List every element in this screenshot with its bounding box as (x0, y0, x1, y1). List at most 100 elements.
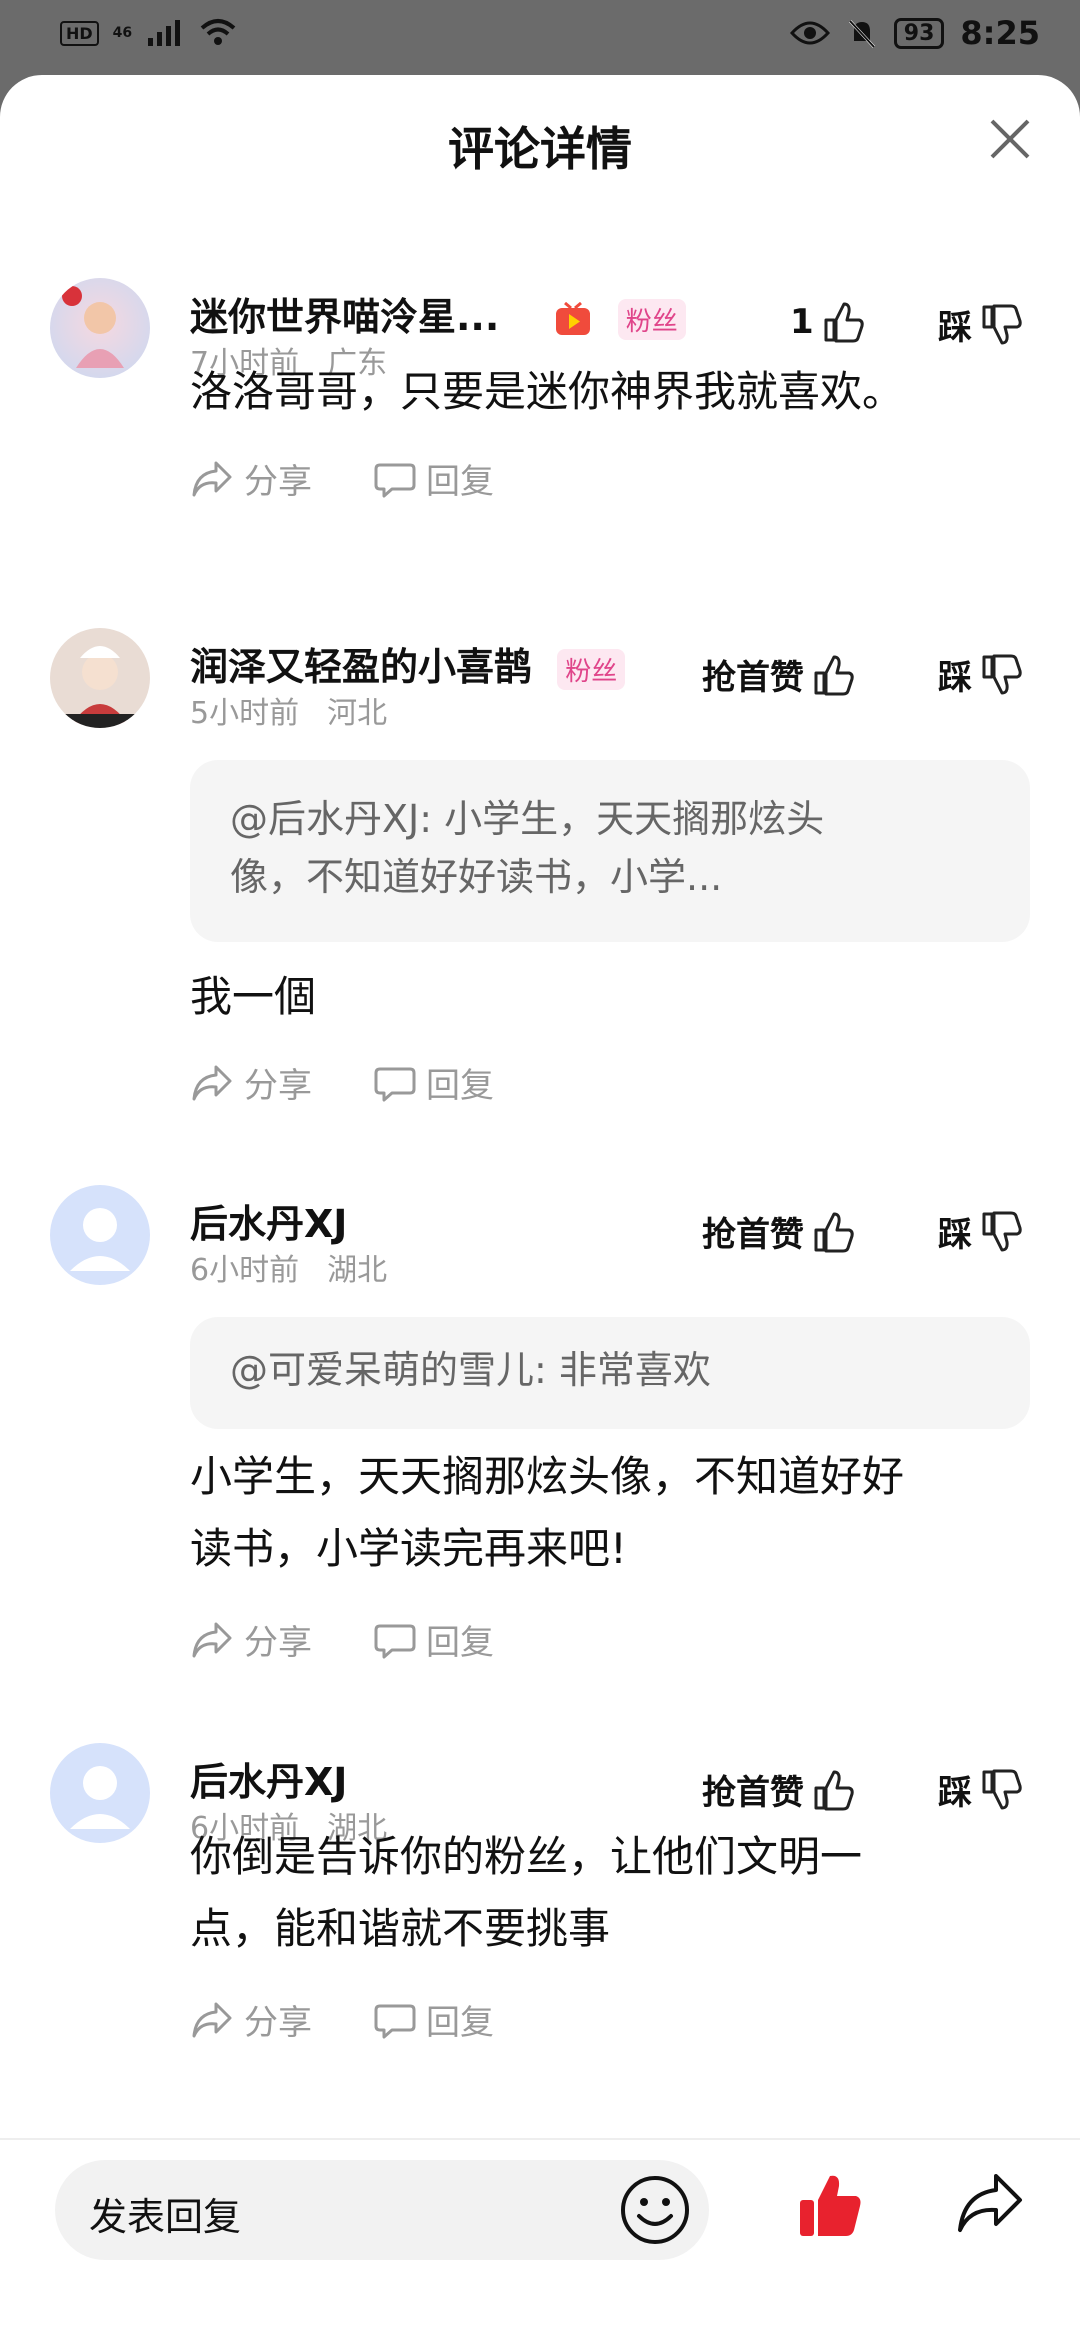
hd-indicator: HD (60, 20, 99, 46)
comment-text-line: 读书，小学读完再来吧! (190, 1524, 627, 1573)
reply-button[interactable]: 回复 (374, 1995, 494, 2044)
comment-text: 小学生，天天搁那炫头像，不知道好好 读书，小学读完再来吧! (190, 1441, 1040, 1585)
network-label: 46 (112, 25, 133, 41)
reply-label: 回复 (426, 1623, 494, 1663)
like-button[interactable]: 抢首赞 (702, 650, 856, 699)
username[interactable]: 后水丹XJ (190, 1751, 347, 1806)
wifi-icon (200, 19, 236, 45)
reply-input[interactable]: 发表回复 (55, 2160, 709, 2260)
share-label: 分享 (244, 1066, 312, 1106)
comment-actions: 分享 回复 (190, 1058, 556, 1107)
clock: 8:25 (960, 14, 1040, 52)
comment-text: 你倒是告诉你的粉丝，让他们文明一 点，能和谐就不要挑事 (190, 1821, 1040, 1965)
sheet-title: 评论详情 (448, 122, 632, 176)
emoji-icon[interactable] (617, 2172, 693, 2248)
eye-icon (789, 21, 830, 45)
avatar[interactable] (50, 1743, 150, 1843)
dislike-button[interactable]: 踩 (938, 1207, 1024, 1256)
dislike-button[interactable]: 踩 (938, 1765, 1024, 1814)
like-button[interactable]: 抢首赞 (702, 1207, 856, 1256)
username-text[interactable]: 迷你世界喵泠星... (190, 295, 499, 339)
reply-button[interactable]: 回复 (374, 1615, 494, 1664)
default-avatar-icon (70, 1208, 130, 1271)
share-label: 分享 (244, 462, 312, 502)
like-button[interactable]: 抢首赞 (702, 1765, 856, 1814)
comment-text-line: 你倒是告诉你的粉丝，让他们文明一 (190, 1832, 863, 1881)
dislike-label: 踩 (938, 308, 972, 348)
reply-button[interactable]: 回复 (374, 454, 494, 503)
thumb-down-icon (982, 304, 1022, 344)
reply-label: 回复 (426, 462, 494, 502)
comment-text-line: 点，能和谐就不要挑事 (190, 1904, 611, 1953)
comment-actions: 分享 回复 (190, 454, 556, 503)
comment-actions: 分享 回复 (190, 1615, 556, 1664)
comment-text-line: 小学生，天天搁那炫头像，不知道好好 (190, 1452, 905, 1501)
comment-icon (374, 1624, 416, 1658)
mute-bell-icon (848, 19, 875, 49)
share-button[interactable]: 分享 (190, 1058, 312, 1107)
quoted-comment[interactable]: @后水丹XJ: 小学生，天天搁那炫头 像，不知道好好读书，小学... (190, 760, 1030, 942)
comment-icon (374, 463, 416, 497)
share-icon (192, 1065, 232, 1100)
comment-time: 5小时前 (190, 696, 300, 731)
quoted-comment[interactable]: @可爱呆萌的雪儿: 非常喜欢 (190, 1317, 1030, 1429)
avatar[interactable] (50, 1185, 150, 1285)
close-icon[interactable] (980, 109, 1040, 169)
share-label: 分享 (244, 1623, 312, 1663)
divider (0, 2138, 1080, 2140)
like-button[interactable]: 1 (790, 300, 866, 344)
thumb-up-icon (814, 655, 854, 695)
username-text[interactable]: 后水丹XJ (190, 1760, 347, 1804)
avatar[interactable] (50, 628, 150, 728)
comment-meta: 6小时前 湖北 (190, 1245, 387, 1289)
thumb-down-icon (982, 654, 1022, 694)
comment-time: 6小时前 (190, 1253, 300, 1288)
thumb-up-icon (824, 302, 864, 343)
quote-line: @后水丹XJ: 小学生，天天搁那炫头 (230, 797, 825, 841)
share-button[interactable]: 分享 (190, 1995, 312, 2044)
signal-icon (148, 20, 181, 46)
share-button[interactable]: 分享 (190, 1615, 312, 1664)
fan-badge: 粉丝 (617, 299, 686, 340)
comment-actions: 分享 回复 (190, 1995, 556, 2044)
username[interactable]: 后水丹XJ (190, 1193, 347, 1248)
thumb-up-filled-icon[interactable] (796, 2170, 864, 2240)
like-count: 抢首赞 (702, 658, 804, 698)
comment-text: 我一個 (190, 972, 317, 1021)
reply-label: 回复 (426, 1066, 494, 1106)
thumb-down-icon (982, 1211, 1022, 1251)
comment-location: 湖北 (327, 1253, 388, 1288)
thumb-up-icon (814, 1212, 854, 1252)
comment-icon (374, 2004, 416, 2038)
battery-indicator: 93 (893, 17, 945, 49)
dislike-label: 踩 (938, 1215, 972, 1255)
tv-icon (555, 301, 590, 335)
comment-icon (374, 1067, 416, 1101)
comment-meta: 5小时前 河北 (190, 688, 387, 732)
username[interactable]: 润泽又轻盈的小喜鹊 粉丝 (190, 636, 626, 691)
dislike-button[interactable]: 踩 (938, 650, 1024, 699)
share-icon[interactable] (954, 2170, 1024, 2236)
reply-label: 回复 (426, 2003, 494, 2043)
share-button[interactable]: 分享 (190, 454, 312, 503)
username-text[interactable]: 后水丹XJ (190, 1202, 347, 1246)
fan-badge: 粉丝 (557, 649, 626, 690)
default-avatar-icon (70, 1766, 130, 1829)
dislike-label: 踩 (938, 1773, 972, 1813)
avatar-image (50, 646, 150, 728)
share-label: 分享 (244, 2003, 312, 2043)
username[interactable]: 迷你世界喵泠星... 粉丝 (190, 286, 686, 341)
dislike-button[interactable]: 踩 (938, 300, 1024, 349)
thumb-up-icon (814, 1770, 854, 1810)
comment-text: 洛洛哥哥，只要是迷你神界我就喜欢。 (190, 367, 905, 416)
share-icon (192, 2002, 232, 2037)
share-icon (192, 461, 232, 496)
username-text[interactable]: 润泽又轻盈的小喜鹊 (190, 645, 532, 689)
avatar[interactable] (50, 278, 150, 378)
reply-placeholder: 发表回复 (89, 2195, 242, 2239)
like-count: 抢首赞 (702, 1773, 804, 1813)
thumb-down-icon (982, 1769, 1022, 1809)
status-bar: HD 46 93 8:25 (0, 0, 1080, 75)
comment-detail-sheet: 评论详情 迷你世界喵泠星... 粉丝 7小时前 广东 1 踩 洛洛哥哥，只要是迷… (0, 75, 1080, 2340)
reply-button[interactable]: 回复 (374, 1058, 494, 1107)
